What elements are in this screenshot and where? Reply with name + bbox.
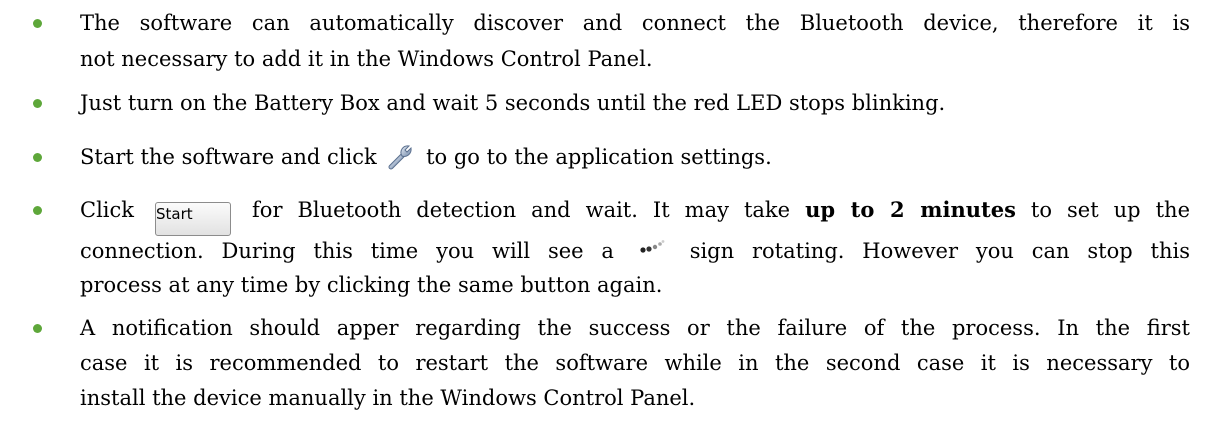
list-item-text: to go to the application settings. bbox=[426, 145, 772, 169]
list-item-text: sign rotating. However you can stop this bbox=[689, 239, 1190, 263]
bullet-marker bbox=[33, 99, 42, 108]
list-item-text: Start the software and click bbox=[80, 145, 377, 169]
bullet-marker bbox=[33, 324, 42, 333]
list-item-text-line: Just turn on the Battery Box and wait 5 … bbox=[80, 91, 946, 115]
wrench-icon bbox=[387, 142, 415, 170]
bullet-marker bbox=[33, 19, 42, 28]
start-button[interactable]: Start bbox=[155, 202, 232, 236]
emphasis-text: up to 2 minutes bbox=[805, 197, 1016, 222]
list-item-text-line: install the device manually in the Windo… bbox=[80, 386, 696, 410]
list-item-text-line: not necessary to add it in the Windows C… bbox=[80, 47, 653, 71]
bullet-marker bbox=[33, 206, 42, 215]
spinner-icon bbox=[638, 235, 666, 253]
document-page: The software can automatically discover … bbox=[0, 0, 1220, 436]
list-item-text-line: process at any time by clicking the same… bbox=[80, 273, 663, 297]
list-item-text-line: Click Start for Bluetooth detection and … bbox=[80, 195, 1191, 236]
list-item-text-line: connection. During this time you will se… bbox=[80, 235, 1190, 265]
list-item-text: connection. During this time you will se… bbox=[80, 239, 614, 263]
list-item-text: Click bbox=[80, 198, 134, 222]
list-item-text: to set up the bbox=[1030, 198, 1191, 222]
list-item-text-line: Start the software and click to go to th… bbox=[80, 142, 772, 172]
bullet-marker bbox=[33, 153, 42, 162]
list-item-text-line: case it is recommended to restart the so… bbox=[80, 351, 1190, 375]
list-item-text: for Bluetooth detection and wait. It may… bbox=[252, 198, 791, 222]
list-item-text-line: The software can automatically discover … bbox=[80, 11, 1190, 35]
list-item-text-line: A notification should apper regarding th… bbox=[80, 316, 1190, 340]
